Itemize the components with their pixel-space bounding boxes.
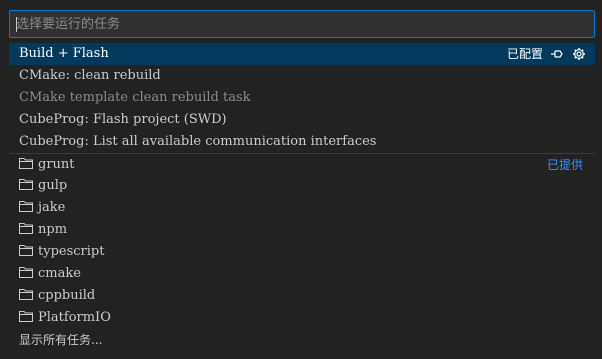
provider-label: jake xyxy=(38,200,66,215)
provider-label: cmake xyxy=(38,266,81,281)
folder-icon xyxy=(19,201,33,212)
search-input[interactable] xyxy=(10,11,594,37)
task-label: CMake template clean rebuild task xyxy=(19,90,251,105)
task-list: Build + Flash 已配置 CMake: clean rebuild C… xyxy=(9,43,595,351)
provider-item-cppbuild[interactable]: cppbuild xyxy=(9,285,595,307)
provider-item-npm[interactable]: npm xyxy=(9,219,595,241)
task-item-actions: 已配置 xyxy=(507,43,587,65)
folder-icon xyxy=(19,267,33,278)
provider-label: grunt xyxy=(38,157,75,172)
folder-icon xyxy=(19,311,33,322)
text-caret xyxy=(16,17,17,32)
task-item-cubeprog-list[interactable]: CubeProg: List all available communicati… xyxy=(9,131,595,153)
show-all-label: 显示所有任务... xyxy=(19,333,103,347)
folder-icon xyxy=(19,179,33,190)
folder-icon xyxy=(19,289,33,300)
task-label: CubeProg: List all available communicati… xyxy=(19,134,377,149)
provider-label: cppbuild xyxy=(38,288,96,303)
provider-label: PlatformIO xyxy=(38,310,111,325)
provider-item-cmake[interactable]: cmake xyxy=(9,263,595,285)
pin-icon[interactable] xyxy=(549,46,565,62)
task-item-build-flash[interactable]: Build + Flash 已配置 xyxy=(9,43,595,65)
gear-icon[interactable] xyxy=(571,46,587,62)
provided-tag: 已提供 xyxy=(546,158,583,172)
provider-label: typescript xyxy=(38,244,105,259)
search-input-wrapper[interactable] xyxy=(9,10,595,38)
provider-item-grunt[interactable]: grunt 已提供 xyxy=(9,153,595,175)
provider-label: npm xyxy=(38,222,68,237)
provider-item-platformio[interactable]: PlatformIO xyxy=(9,307,595,329)
task-label: Build + Flash xyxy=(19,46,109,61)
provider-item-jake[interactable]: jake xyxy=(9,197,595,219)
folder-icon xyxy=(19,223,33,234)
provider-item-gulp[interactable]: gulp xyxy=(9,175,595,197)
show-all-tasks-item[interactable]: 显示所有任务... xyxy=(9,329,595,351)
folder-icon xyxy=(19,158,33,169)
task-label: CubeProg: Flash project (SWD) xyxy=(19,112,227,127)
task-label: CMake: clean rebuild xyxy=(19,68,161,83)
provider-item-typescript[interactable]: typescript xyxy=(9,241,595,263)
quick-pick-widget: Build + Flash 已配置 CMake: clean xyxy=(0,0,602,359)
task-item-cubeprog-flash[interactable]: CubeProg: Flash project (SWD) xyxy=(9,109,595,131)
provider-label: gulp xyxy=(38,178,68,193)
task-item-cmake-template[interactable]: CMake template clean rebuild task xyxy=(9,87,595,109)
configured-tag: 已配置 xyxy=(506,47,543,61)
task-item-cmake-clean-rebuild[interactable]: CMake: clean rebuild xyxy=(9,65,595,87)
folder-icon xyxy=(19,245,33,256)
